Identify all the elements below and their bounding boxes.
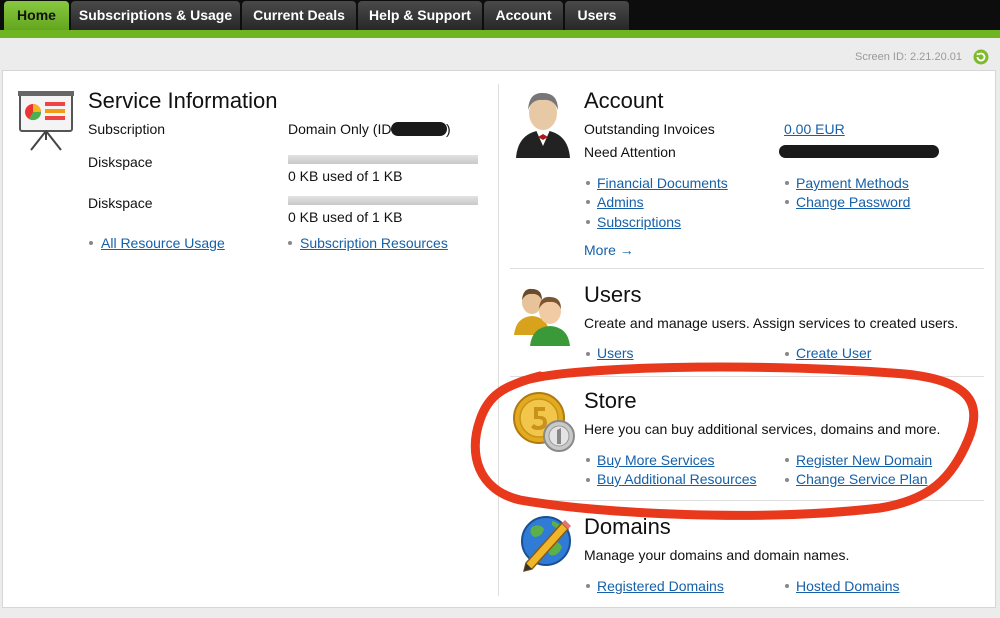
subscription-label: Subscription bbox=[88, 121, 166, 137]
section-divider bbox=[510, 376, 984, 377]
outstanding-invoices-link[interactable]: 0.00 EUR bbox=[784, 121, 845, 137]
top-navigation: Home Subscriptions & Usage Current Deals… bbox=[0, 0, 1000, 31]
registered-domains-link[interactable]: Registered Domains bbox=[597, 578, 724, 594]
refresh-icon[interactable] bbox=[973, 49, 989, 65]
bullet bbox=[785, 200, 789, 204]
bullet bbox=[89, 241, 93, 245]
bullet bbox=[586, 478, 590, 482]
subscription-value: Domain Only (ID: bbox=[288, 121, 396, 137]
bullet bbox=[785, 458, 789, 462]
store-description: Here you can buy additional services, do… bbox=[584, 421, 941, 437]
bullet bbox=[785, 584, 789, 588]
bullet bbox=[785, 478, 789, 482]
hosted-domains-link[interactable]: Hosted Domains bbox=[796, 578, 900, 594]
coins-icon bbox=[513, 392, 575, 452]
globe-pencil-icon bbox=[521, 516, 571, 573]
tab-help-support[interactable]: Help & Support bbox=[358, 1, 482, 31]
bullet bbox=[785, 181, 789, 185]
subscription-value-close: ) bbox=[446, 121, 451, 137]
change-password-link[interactable]: Change Password bbox=[796, 194, 910, 210]
tab-home[interactable]: Home bbox=[4, 1, 69, 31]
diskspace-usage-bar bbox=[288, 155, 478, 164]
register-new-domain-link[interactable]: Register New Domain bbox=[796, 452, 932, 468]
tab-subscriptions-usage[interactable]: Subscriptions & Usage bbox=[71, 1, 240, 31]
section-divider bbox=[510, 268, 984, 269]
section-divider bbox=[510, 500, 984, 501]
tab-users[interactable]: Users bbox=[565, 1, 629, 31]
users-link[interactable]: Users bbox=[597, 345, 634, 361]
redacted-subscription-id bbox=[391, 122, 447, 136]
bullet bbox=[586, 220, 590, 224]
bullet bbox=[586, 458, 590, 462]
column-divider bbox=[498, 84, 499, 596]
account-more-link[interactable]: More → bbox=[584, 242, 634, 258]
diskspace-value-2: 0 KB used of 1 KB bbox=[288, 209, 403, 225]
buy-additional-resources-link[interactable]: Buy Additional Resources bbox=[597, 471, 757, 487]
bullet bbox=[288, 241, 292, 245]
bullet bbox=[586, 584, 590, 588]
tab-current-deals[interactable]: Current Deals bbox=[242, 1, 356, 31]
nav-accent-bar bbox=[0, 30, 1000, 38]
all-resource-usage-link[interactable]: All Resource Usage bbox=[101, 235, 225, 251]
users-description: Create and manage users. Assign services… bbox=[584, 315, 959, 331]
change-service-plan-link[interactable]: Change Service Plan bbox=[796, 471, 928, 487]
tab-account[interactable]: Account bbox=[484, 1, 563, 31]
bullet bbox=[586, 352, 590, 356]
bullet bbox=[586, 200, 590, 204]
create-user-link[interactable]: Create User bbox=[796, 345, 871, 361]
subscription-resources-link[interactable]: Subscription Resources bbox=[300, 235, 448, 251]
admins-link[interactable]: Admins bbox=[597, 194, 644, 210]
financial-documents-link[interactable]: Financial Documents bbox=[597, 175, 728, 191]
store-title: Store bbox=[584, 388, 637, 413]
diskspace-label-2: Diskspace bbox=[88, 195, 153, 211]
diskspace-usage-bar-2 bbox=[288, 196, 478, 205]
domains-description: Manage your domains and domain names. bbox=[584, 547, 850, 563]
presentation-board-icon bbox=[18, 91, 74, 151]
account-avatar-icon bbox=[516, 92, 570, 158]
outstanding-invoices-label: Outstanding Invoices bbox=[584, 121, 715, 137]
account-title: Account bbox=[584, 88, 664, 113]
buy-more-services-link[interactable]: Buy More Services bbox=[597, 452, 714, 468]
diskspace-label: Diskspace bbox=[88, 154, 153, 170]
redacted-attention-items[interactable] bbox=[779, 145, 939, 158]
diskspace-value: 0 KB used of 1 KB bbox=[288, 168, 403, 184]
bullet bbox=[785, 352, 789, 356]
payment-methods-link[interactable]: Payment Methods bbox=[796, 175, 909, 191]
service-information-title: Service Information bbox=[88, 88, 278, 113]
subscriptions-link[interactable]: Subscriptions bbox=[597, 214, 681, 230]
users-group-icon bbox=[514, 288, 570, 346]
bullet bbox=[586, 181, 590, 185]
domains-title: Domains bbox=[584, 514, 671, 539]
users-title: Users bbox=[584, 282, 642, 307]
screen-id: Screen ID: 2.21.20.01 bbox=[854, 51, 962, 63]
need-attention-label: Need Attention bbox=[584, 144, 676, 160]
